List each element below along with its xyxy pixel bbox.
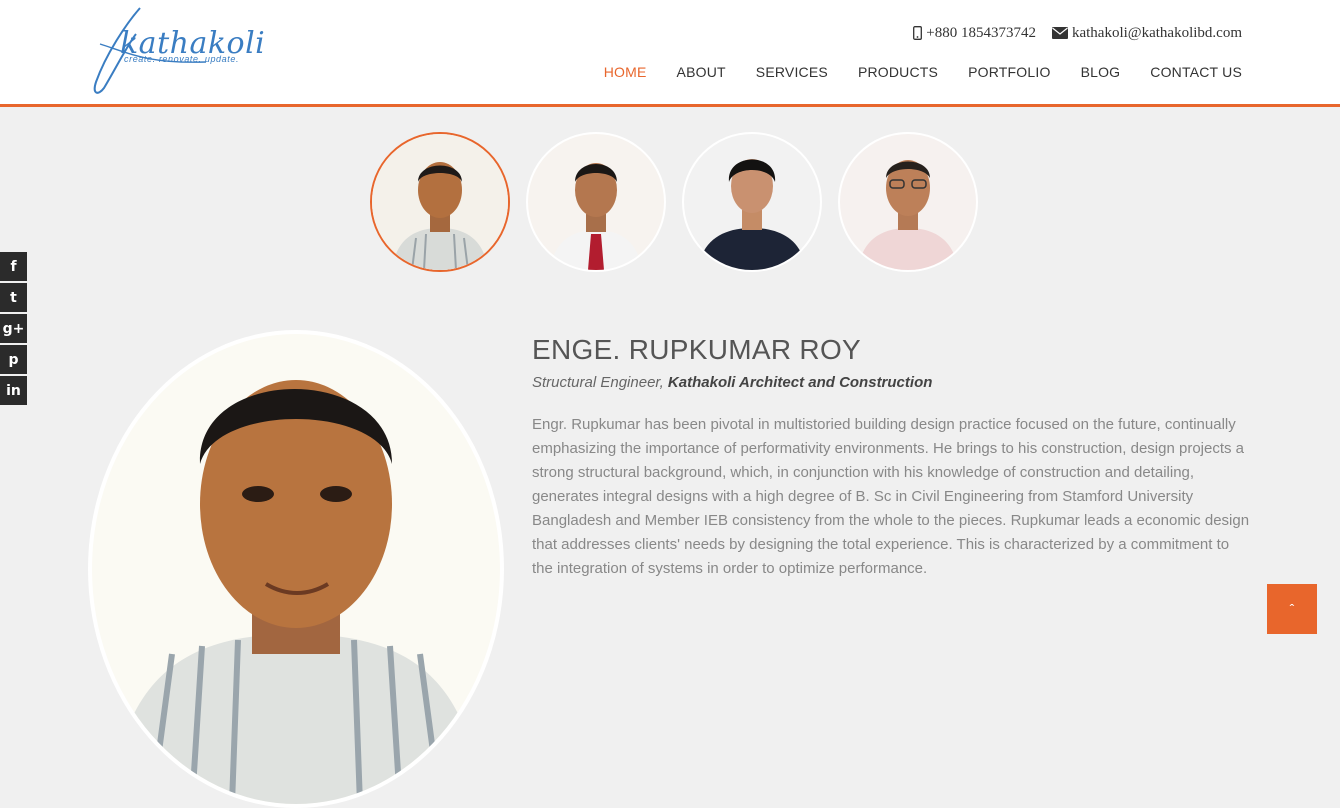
phone-number: +880 1854373742 <box>926 24 1036 41</box>
profile-portrait <box>88 330 504 808</box>
contact-info: +880 1854373742 kathakoli@kathakolibd.co… <box>913 24 1242 42</box>
logo-tagline: create. renovate. update. <box>124 54 240 64</box>
team-thumbnail[interactable] <box>370 132 510 272</box>
person-photo <box>92 334 500 804</box>
person-photo <box>372 134 508 270</box>
company-name: Kathakoli Architect and Construction <box>667 374 933 391</box>
team-thumbnail[interactable] <box>682 132 822 272</box>
nav-services[interactable]: SERVICES <box>756 64 828 86</box>
nav-about[interactable]: ABOUT <box>677 64 726 86</box>
nav-products[interactable]: PRODUCTS <box>858 64 938 86</box>
kathakoli-logo[interactable]: kathakoli create. renovate. update. <box>86 4 266 98</box>
phone-contact[interactable]: +880 1854373742 <box>913 25 1036 42</box>
profile-description: Engr. Rupkumar has been pivotal in multi… <box>532 416 1250 577</box>
mobile-phone-icon <box>913 26 923 40</box>
email-address: kathakoli@kathakolibd.com <box>1071 24 1242 41</box>
profile-bio: ENGE. RUPKUMAR ROY Structural Engineer, … <box>532 334 1252 581</box>
person-photo <box>840 134 976 270</box>
nav-blog[interactable]: BLOG <box>1081 64 1121 86</box>
twitter-icon[interactable]: t <box>0 283 27 312</box>
person-photo <box>684 134 820 270</box>
profile-name: ENGE. RUPKUMAR ROY <box>532 334 861 365</box>
site-header: kathakoli create. renovate. update. +880… <box>0 0 1340 107</box>
role-title: Structural Engineer, <box>532 374 668 391</box>
pinterest-icon[interactable]: p <box>0 345 27 374</box>
team-thumbnail[interactable] <box>526 132 666 272</box>
main-nav: HOME ABOUT SERVICES PRODUCTS PORTFOLIO B… <box>604 64 1242 86</box>
chevron-up-icon: ˆ <box>1289 601 1295 617</box>
email-contact[interactable]: kathakoli@kathakolibd.com <box>1051 24 1242 42</box>
nav-portfolio[interactable]: PORTFOLIO <box>968 64 1050 86</box>
profile-role: Structural Engineer, Kathakoli Architect… <box>532 374 1252 391</box>
team-thumbnail[interactable] <box>838 132 978 272</box>
nav-home[interactable]: HOME <box>604 64 647 86</box>
linkedin-icon[interactable]: in <box>0 376 27 405</box>
envelope-icon <box>1051 27 1068 39</box>
person-photo <box>528 134 664 270</box>
facebook-icon[interactable]: f <box>0 252 27 281</box>
back-to-top-button[interactable]: ˆ <box>1267 584 1317 634</box>
google-plus-icon[interactable]: g+ <box>0 314 27 343</box>
nav-contact-us[interactable]: CONTACT US <box>1150 64 1242 86</box>
team-thumbnail-carousel <box>370 132 978 272</box>
social-share-bar: f t g+ p in <box>0 252 27 405</box>
